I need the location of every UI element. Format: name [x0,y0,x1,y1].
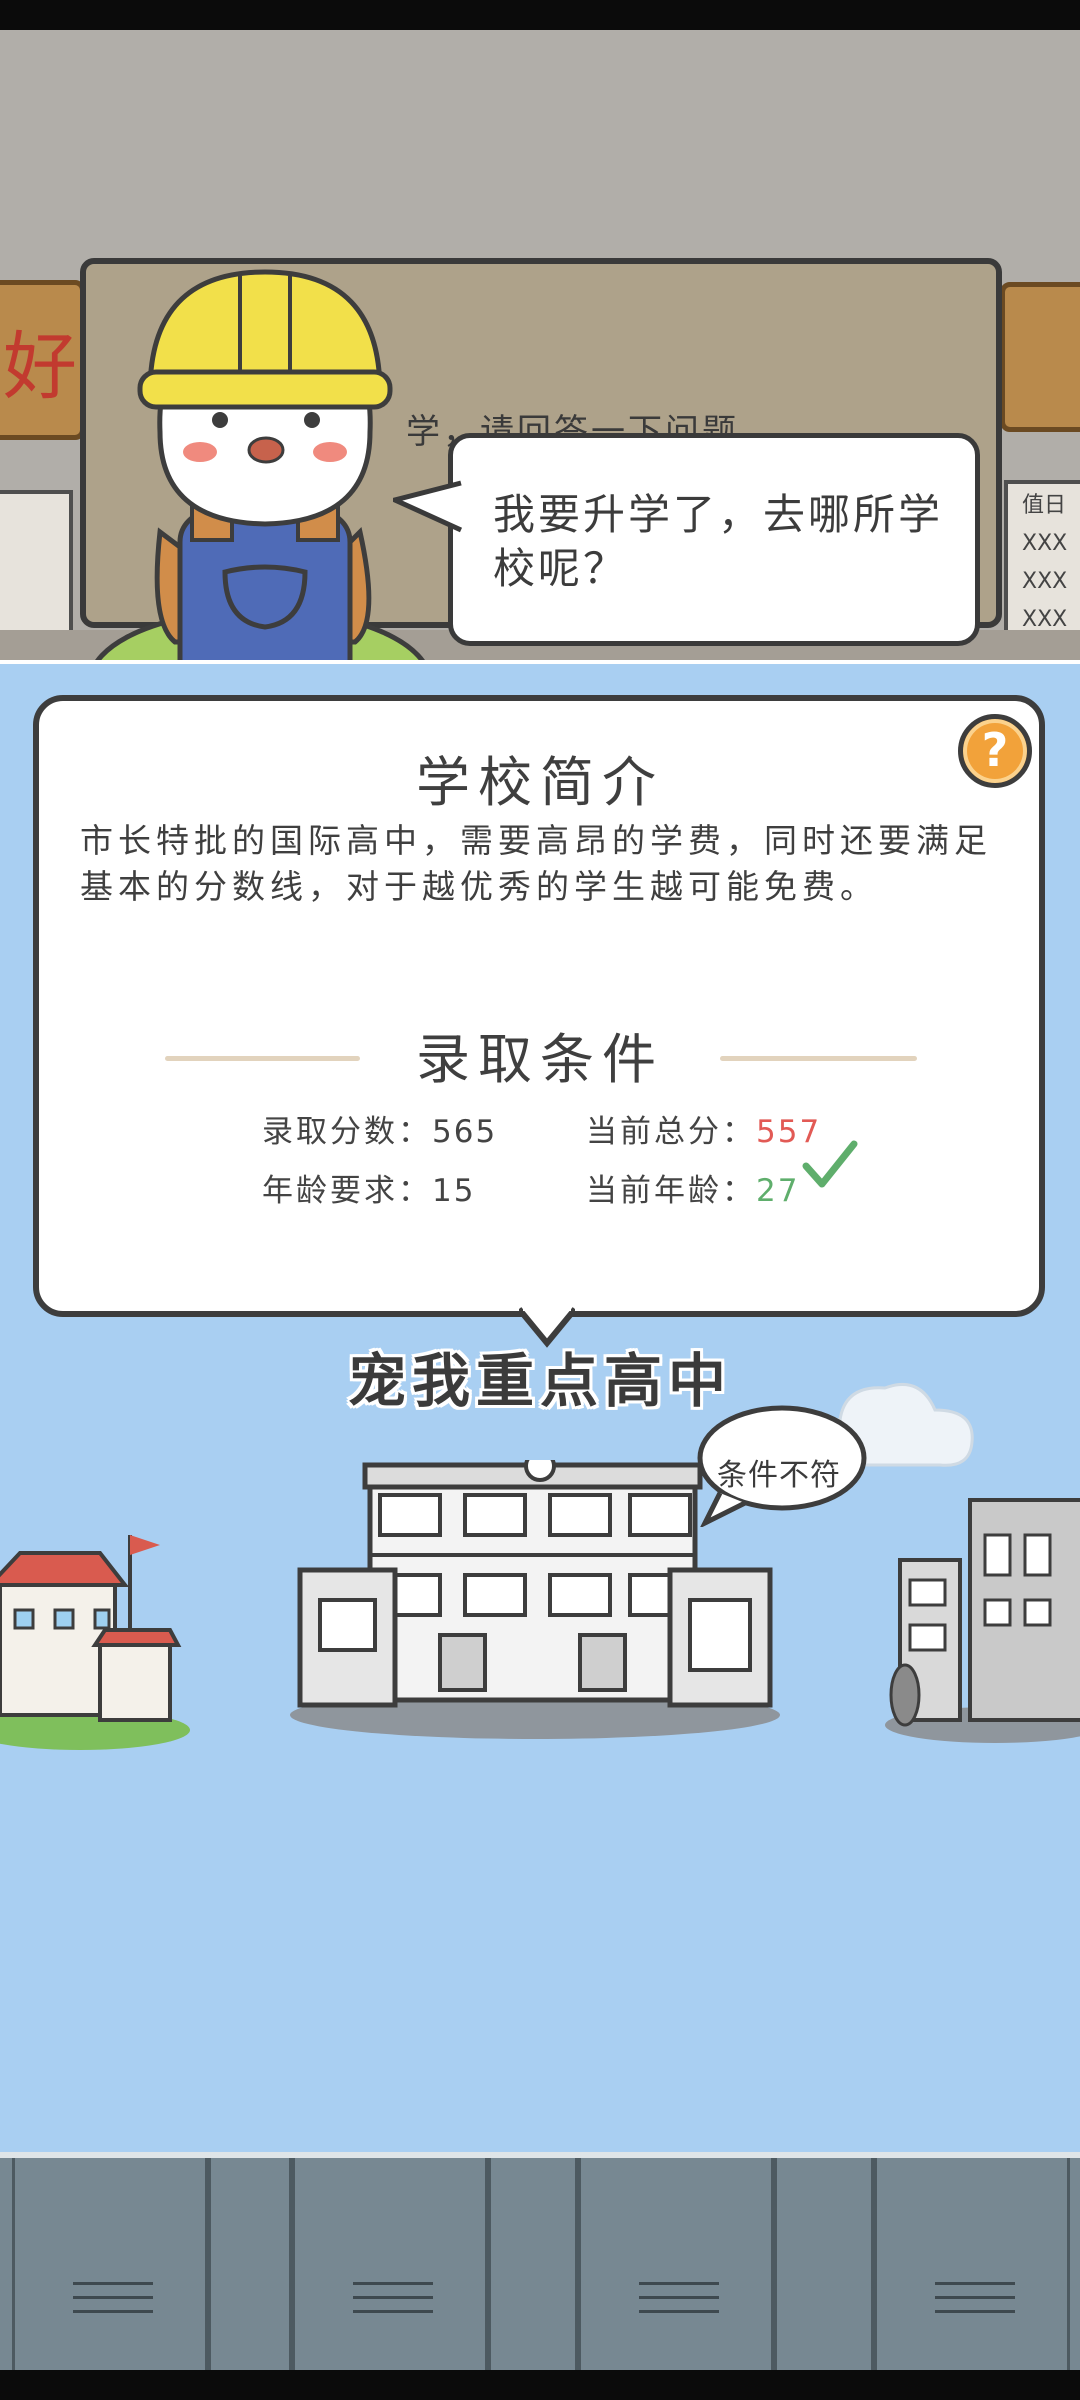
sign-board-right [1000,282,1080,432]
bubble-tail-icon [393,480,463,533]
duty-chart-row: XXX [1022,569,1068,594]
locker [488,2158,578,2376]
locker [578,2158,774,2376]
locker [874,2158,1070,2376]
locker-row [0,2152,1080,2376]
check-icon [802,1140,858,1188]
divider [720,1056,917,1061]
required-score-value: 565 [432,1114,498,1150]
locker [12,2158,208,2376]
required-age-value: 15 [432,1173,476,1209]
school-center-icon[interactable] [285,1460,795,1740]
required-score-label: 录取分数： [262,1114,432,1150]
requirements-title: 录取条件 [416,1028,664,1091]
school-right-icon[interactable] [885,1480,1080,1750]
intro-text: 市长特批的国际高中，需要高昂的学费，同时还要满足基本的分数线，对于越优秀的学生越… [80,821,992,906]
current-age-value: 27 [756,1173,800,1209]
required-age-label: 年龄要求： [262,1173,432,1209]
dialog-bubble: 我要升学了，去哪所学校呢？ [393,433,980,646]
locker [774,2158,874,2376]
dialog-text: 我要升学了，去哪所学校呢？ [493,490,944,593]
locker [208,2158,292,2376]
required-age: 年龄要求：15 [262,1165,475,1210]
required-score: 录取分数：565 [262,1106,497,1151]
current-age: 当前年龄：27 [586,1165,799,1210]
sign-character: 好 [3,324,77,410]
current-age-label: 当前年龄： [586,1173,756,1209]
status-bar [0,0,1080,30]
school-left-icon[interactable] [0,1515,190,1755]
duty-chart-row: XXX [1022,531,1068,556]
locker [292,2158,488,2376]
current-score-label: 当前总分： [586,1114,756,1150]
sign-board-left: 好 [0,280,85,440]
intro-title: 学校简介 [416,751,664,814]
duty-chart-title: 值日 [1022,493,1067,518]
current-score: 当前总分：557 [586,1106,821,1151]
navigation-bar [0,2370,1080,2400]
